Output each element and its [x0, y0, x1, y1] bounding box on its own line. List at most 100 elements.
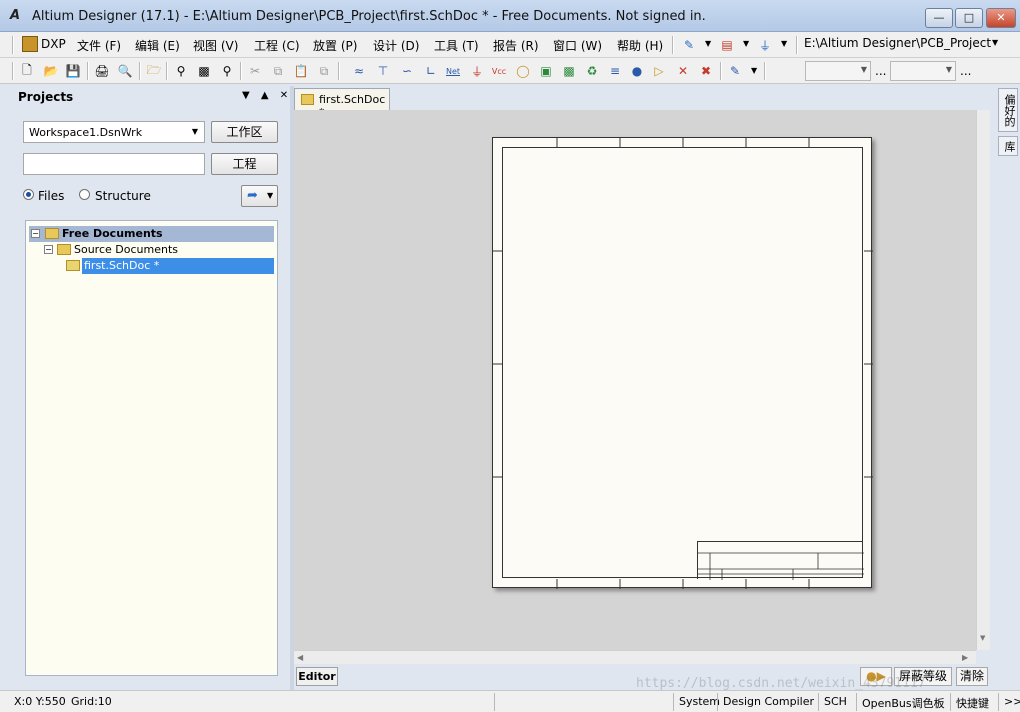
vertical-scrollbar[interactable]: ▼ [976, 110, 990, 650]
grid-size: Grid:10 [71, 695, 112, 708]
menu-bar: DXP 文件 (F) 编辑 (E) 视图 (V) 工程 (C) 放置 (P) 设… [0, 32, 1020, 58]
workspace-button[interactable]: 工作区 [211, 121, 278, 143]
status-openbus-button[interactable]: OpenBus调色板 [856, 693, 950, 711]
place-harness-connector-icon[interactable]: ≡ [606, 62, 624, 80]
clear-button[interactable]: 清除 [956, 667, 988, 686]
print-icon[interactable]: 🖨 [93, 62, 111, 80]
place-device-sheet-icon[interactable]: ♻ [583, 62, 601, 80]
dxp-icon[interactable] [22, 36, 38, 52]
favorites-tab[interactable]: 偏好的 [998, 88, 1018, 132]
menu-reports[interactable]: 报告 (R) [493, 37, 539, 54]
project-nav-button[interactable]: ➦ ▼ [241, 185, 278, 207]
status-more-button[interactable]: >> [998, 693, 1020, 711]
pin-icon[interactable]: ▲ [261, 90, 269, 101]
new-file-icon[interactable]: 🗋 [18, 62, 36, 80]
paste-icon[interactable]: 📋 [292, 62, 310, 80]
sheet-tool-icon[interactable]: ✎ [680, 36, 698, 54]
horizontal-scrollbar[interactable]: ◀ ▶ [294, 650, 976, 664]
maximize-button[interactable]: □ [955, 8, 983, 28]
align-tool-icon[interactable]: ▤ [718, 36, 736, 54]
menu-tools[interactable]: 工具 (T) [434, 37, 479, 54]
place-net-label-icon[interactable]: Net [442, 62, 464, 80]
zoom-fit-icon[interactable]: ⚲ [172, 62, 190, 80]
print-preview-icon[interactable]: 🔍 [116, 62, 134, 80]
toolbar-grip [12, 36, 14, 54]
tree-row-first-schdoc[interactable]: first.SchDoc * [66, 258, 274, 274]
status-bar: X:0 Y:550 Grid:10 System Design Compiler… [0, 690, 1020, 712]
chevron-down-icon[interactable]: ▼ [743, 39, 749, 48]
tree-row-free-documents[interactable]: − Free Documents [29, 226, 274, 242]
path-dropdown-icon[interactable]: ▼ [992, 38, 998, 47]
project-button[interactable]: 工程 [211, 153, 278, 175]
menu-place[interactable]: 放置 (P) [313, 37, 357, 54]
chevron-down-icon[interactable]: ▼ [705, 39, 711, 48]
menu-help[interactable]: 帮助 (H) [617, 37, 663, 54]
document-path[interactable]: E:\Altium Designer\PCB_Project [804, 36, 1004, 54]
vcc-power-port-icon[interactable]: Vcc [488, 62, 510, 80]
rubber-stamp-icon[interactable]: ⧉ [315, 62, 333, 80]
filter-combo-1[interactable]: ▼ [805, 61, 871, 81]
radio-structure[interactable] [79, 189, 90, 200]
menu-window[interactable]: 窗口 (W) [553, 37, 602, 54]
schematic-sheet[interactable] [492, 137, 873, 589]
scroll-down-icon[interactable]: ▼ [980, 634, 985, 642]
folder-icon [45, 228, 59, 239]
cut-icon[interactable]: ✂ [246, 62, 264, 80]
status-sch-button[interactable]: SCH [818, 693, 852, 711]
open-project-icon[interactable]: 🗁 [145, 62, 163, 80]
filter-combo-2[interactable]: ▼ [890, 61, 956, 81]
panel-close-icon[interactable]: ✕ [280, 90, 288, 101]
gnd-power-port-icon[interactable]: ⏚ [468, 62, 486, 80]
menu-file[interactable]: 文件 (F) [77, 37, 121, 54]
close-button[interactable]: ✕ [986, 8, 1016, 28]
document-tab-bar: first.SchDoc * [294, 86, 996, 119]
place-part-icon[interactable]: ◯ [514, 62, 532, 80]
zoom-selected-icon[interactable]: ⚲ [218, 62, 236, 80]
place-sheet-symbol-icon[interactable]: ▣ [537, 62, 555, 80]
menu-dxp[interactable]: DXP [41, 37, 66, 51]
no-erc-icon[interactable]: ✕ [674, 62, 692, 80]
project-input[interactable] [23, 153, 205, 175]
scroll-left-icon[interactable]: ◀ [297, 653, 303, 662]
radio-files-label: Files [38, 189, 65, 203]
open-folder-icon[interactable]: 📂 [42, 62, 60, 80]
place-sheet-entry-icon[interactable]: ▩ [560, 62, 578, 80]
separator [338, 62, 340, 80]
compile-mask-icon[interactable]: ✖ [697, 62, 715, 80]
more-button-1[interactable]: ... [875, 64, 886, 78]
status-shortcuts-button[interactable]: 快捷键 [950, 693, 994, 711]
power-port-icon[interactable]: ⏚ [756, 36, 774, 54]
place-signal-harness-icon[interactable]: ∽ [398, 62, 416, 80]
place-port-icon[interactable]: ▷ [650, 62, 668, 80]
menu-design[interactable]: 设计 (D) [373, 37, 419, 54]
schematic-canvas[interactable] [294, 110, 976, 650]
save-icon[interactable]: 💾 [64, 62, 82, 80]
zoom-area-icon[interactable]: ▩ [195, 62, 213, 80]
projects-panel-header: Projects ▼ ▲ ✕ [10, 86, 290, 110]
more-button-2[interactable]: ... [960, 64, 971, 78]
editor-tab[interactable]: Editor [296, 667, 338, 686]
tree-label-source-documents: Source Documents [74, 243, 178, 256]
place-bus-entry-icon[interactable]: ∟ [422, 62, 440, 80]
document-tab[interactable]: first.SchDoc * [294, 88, 390, 119]
chevron-down-icon[interactable]: ▼ [751, 66, 757, 75]
navigate-icon: ➦ [247, 188, 258, 203]
drawing-tools-icon[interactable]: ✎ [726, 62, 744, 80]
libraries-tab[interactable]: 库 [998, 136, 1018, 156]
place-bus-icon[interactable]: ⊤ [374, 62, 392, 80]
tree-row-source-documents[interactable]: − Source Documents [29, 242, 274, 258]
collapse-icon[interactable]: − [44, 245, 53, 254]
collapse-icon[interactable]: − [31, 229, 40, 238]
copy-icon[interactable]: ⧉ [269, 62, 287, 80]
place-harness-entry-icon[interactable]: ● [628, 62, 646, 80]
place-wire-icon[interactable]: ≈ [350, 62, 368, 80]
menu-view[interactable]: 视图 (V) [193, 37, 238, 54]
minimize-button[interactable]: — [925, 8, 953, 28]
chevron-down-icon[interactable]: ▼ [781, 39, 787, 48]
panel-menu-icon[interactable]: ▼ [242, 90, 250, 101]
status-design-compiler-button[interactable]: Design Compiler [717, 693, 819, 711]
workspace-select[interactable]: Workspace1.DsnWrk ▼ [23, 121, 205, 143]
menu-project[interactable]: 工程 (C) [254, 37, 300, 54]
scroll-right-icon[interactable]: ▶ [962, 653, 968, 662]
menu-edit[interactable]: 编辑 (E) [135, 37, 180, 54]
